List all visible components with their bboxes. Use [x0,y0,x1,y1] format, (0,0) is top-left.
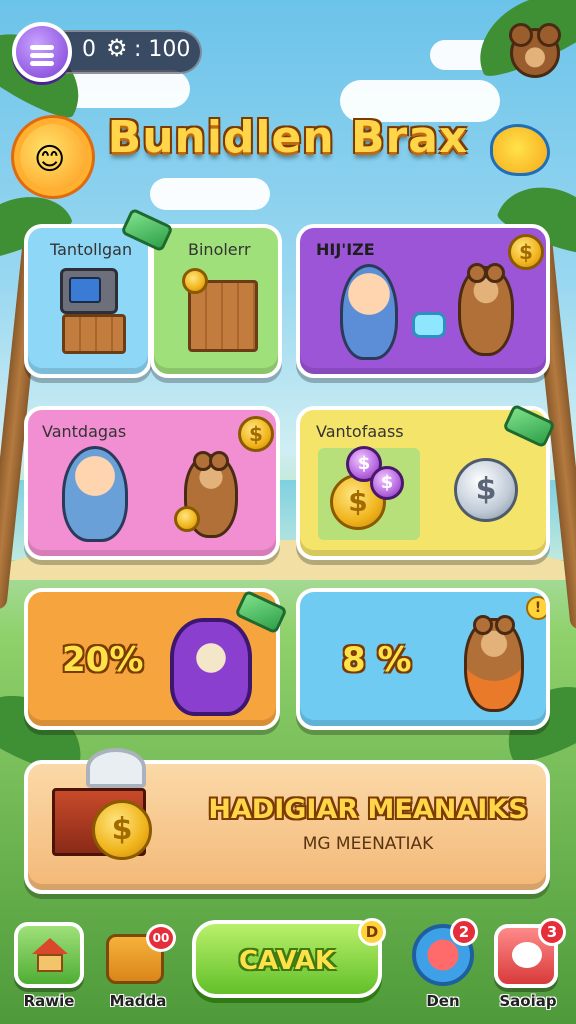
coin-icon: $ [370,466,404,500]
alert-icon: ! [526,596,546,620]
character-woman [62,446,128,542]
bear-character [458,263,514,356]
gear-icon: ⚙ [106,34,128,62]
coin-icon: $ [508,234,544,270]
cloud [150,178,270,210]
coin-icon [174,506,200,532]
bear-character [464,615,524,712]
bear-face-icon[interactable] [509,23,561,78]
nav-home-button[interactable] [14,922,84,988]
chat-badge: 3 [538,918,566,946]
bundle-card-hijize[interactable]: HIJ'IZE $ [296,224,550,378]
card-label: Vantdagas [42,422,127,441]
coin-icon: $ [92,800,152,860]
bundle-card-tantollgan[interactable]: Tantollgan [24,224,152,378]
card-label: HIJ'IZE [316,240,375,259]
nav-madda-label: Madda [109,992,167,1010]
menu-button[interactable] [12,22,72,82]
discount-percent: 8 % [342,640,412,680]
ribbon-icon [86,748,146,788]
bundle-card-vantdagas[interactable]: Vantdagas $ [24,406,280,560]
currency-right-value: : 100 [134,37,191,62]
chat-bubble-icon [512,942,542,968]
tv-icon [60,268,118,314]
nav-den-label: Den [426,992,460,1010]
robot-character [170,618,252,716]
crate-icon [62,314,126,354]
nav-home-label: Rawie [23,992,75,1010]
coin-icon: $ [238,416,274,452]
cta-label: CAVAK [238,946,336,976]
cavak-button[interactable]: CAVAK [192,920,382,998]
cta-badge: D [358,918,386,946]
den-badge: 2 [450,918,478,946]
currency-left-value: 0 [82,37,96,62]
card-label: Vantofaass [316,422,404,441]
bundle-card-binolerr[interactable]: Binolerr [150,224,282,378]
coin-icon: $ [454,458,518,522]
gem-icon [412,312,446,338]
character-boy [340,264,398,360]
banner-title: HADIGIAR MEANAIKS [208,794,528,825]
card-label: Tantollgan [50,240,133,259]
coin-icon [182,268,208,294]
banner-subtitle: MG MEENATIAK [302,834,434,854]
discount-percent: 20% [62,640,144,680]
card-label: Binolerr [188,240,251,259]
madda-badge: 00 [146,924,176,952]
bundle-card-discount-8[interactable]: 8 % ! [296,588,550,730]
house-icon [32,938,68,972]
nav-chat-label: Saoiap [499,992,557,1010]
